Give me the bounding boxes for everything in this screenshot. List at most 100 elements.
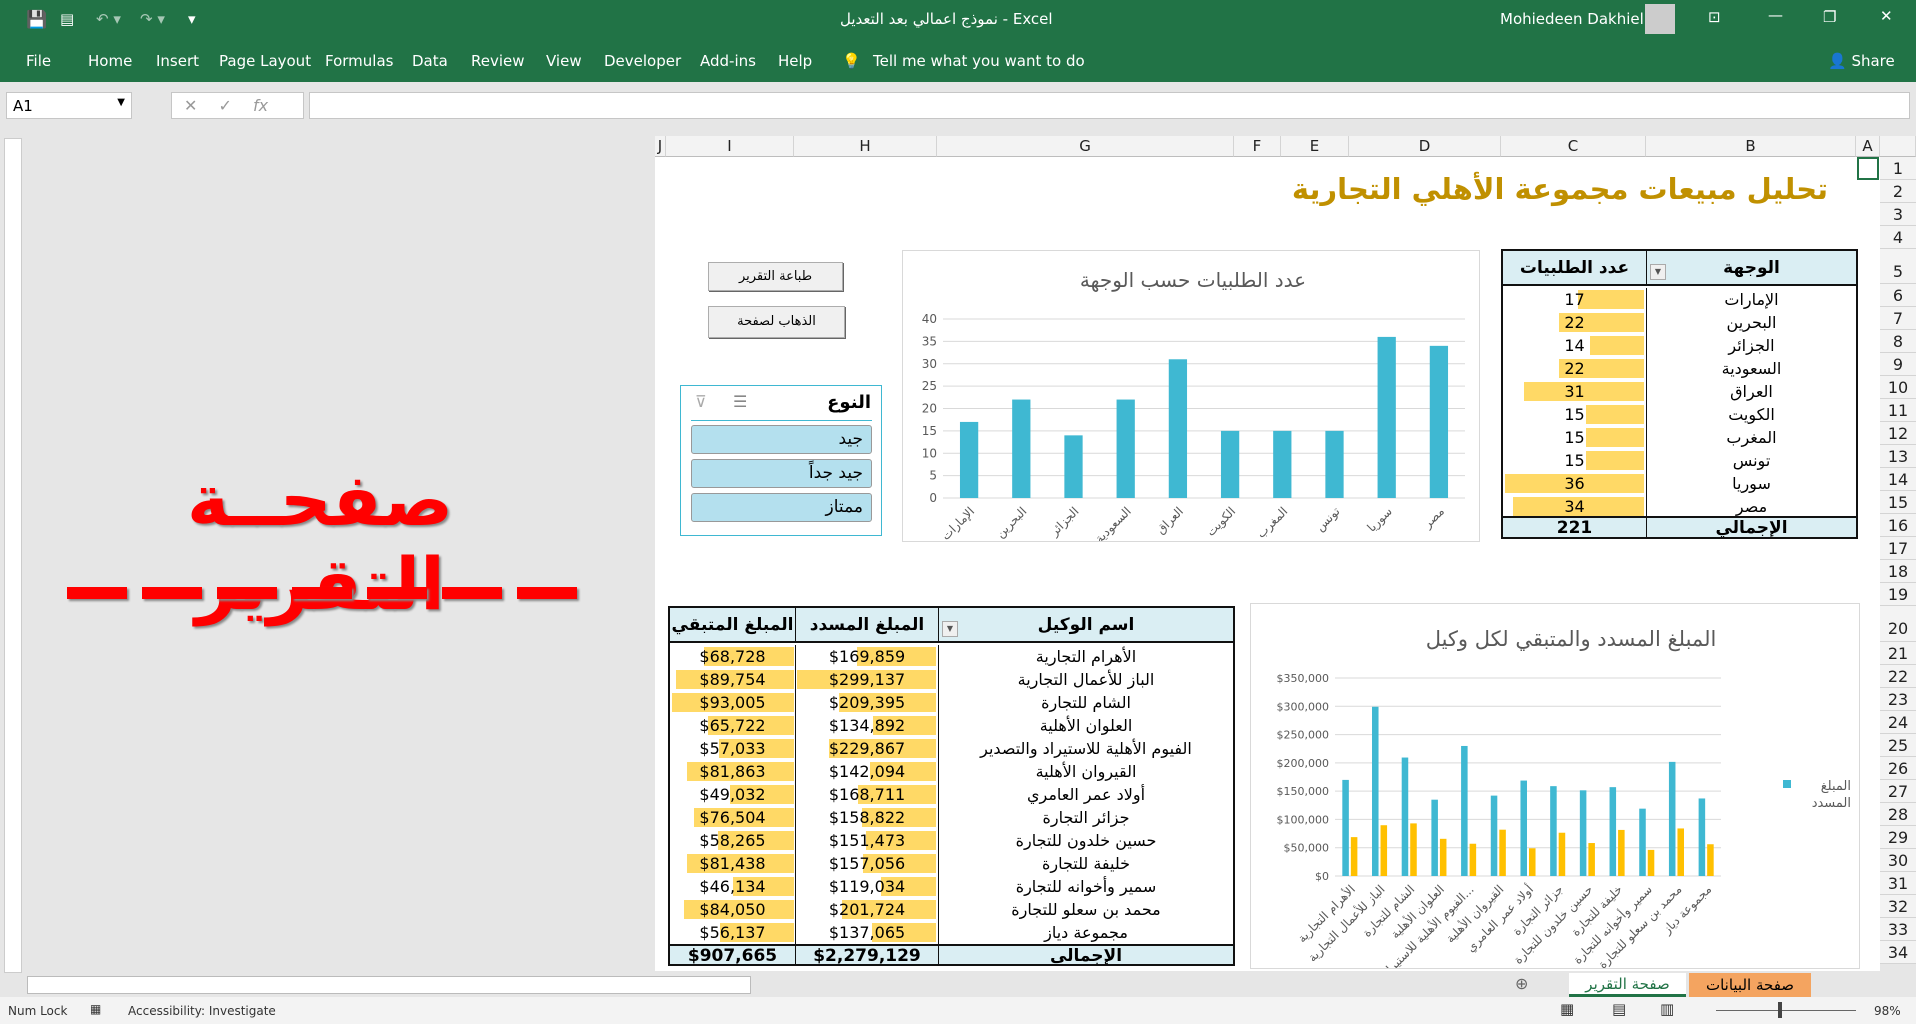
enter-icon[interactable]: ✓ bbox=[219, 96, 232, 115]
row-header-18[interactable]: 18 bbox=[1880, 560, 1916, 583]
row-header-15[interactable]: 15 bbox=[1880, 491, 1916, 514]
tab-report-sheet[interactable]: صفحة التقرير bbox=[1569, 973, 1686, 997]
row-header-29[interactable]: 29 bbox=[1880, 826, 1916, 849]
row-header-27[interactable]: 27 bbox=[1880, 780, 1916, 803]
row-header-10[interactable]: 10 bbox=[1880, 376, 1916, 399]
go-to-page-button[interactable]: الذهاب لصفحة bbox=[708, 306, 845, 338]
normal-view-icon[interactable]: ▦ bbox=[1560, 1000, 1574, 1018]
slicer-item[interactable]: جيد جداً bbox=[691, 459, 872, 488]
row-header-25[interactable]: 25 bbox=[1880, 734, 1916, 757]
bar-mark[interactable] bbox=[1490, 795, 1498, 876]
user-name[interactable]: Mohiedeen Dakhiel bbox=[1500, 10, 1644, 28]
bar-mark[interactable] bbox=[1520, 780, 1527, 876]
bar-mark[interactable] bbox=[1064, 435, 1083, 498]
redo-icon[interactable]: ↷ ▾ bbox=[140, 10, 165, 28]
add-sheet-icon[interactable]: ⊕ bbox=[1515, 974, 1528, 993]
bar-mark[interactable] bbox=[1677, 828, 1684, 876]
row-header-13[interactable]: 13 bbox=[1880, 445, 1916, 468]
name-box[interactable]: A1 ▼ bbox=[6, 92, 132, 119]
zoom-slider-thumb[interactable] bbox=[1778, 1002, 1782, 1018]
bar-mark[interactable] bbox=[1698, 798, 1706, 876]
bar-mark[interactable] bbox=[1550, 786, 1557, 876]
bar-mark[interactable] bbox=[1273, 430, 1292, 498]
row-header-9[interactable]: 9 bbox=[1880, 353, 1916, 376]
bar-mark[interactable] bbox=[1377, 336, 1396, 498]
bar-mark[interactable] bbox=[1439, 838, 1447, 876]
horizontal-scrollbar[interactable] bbox=[27, 976, 751, 994]
tab-insert[interactable]: Insert bbox=[156, 52, 199, 70]
close-icon[interactable]: ✕ bbox=[1880, 7, 1893, 25]
customize-qat-icon[interactable]: ▾ bbox=[188, 10, 196, 28]
bar-mark[interactable] bbox=[1639, 808, 1646, 876]
slicer-item[interactable]: ممتاز bbox=[691, 493, 872, 522]
zoom-level[interactable]: 98% bbox=[1874, 1004, 1901, 1018]
form-icon[interactable]: ▤ bbox=[60, 10, 74, 28]
tab-home[interactable]: Home bbox=[88, 52, 132, 70]
tab-developer[interactable]: Developer bbox=[604, 52, 681, 70]
bar-mark[interactable] bbox=[1618, 829, 1625, 876]
row-header-31[interactable]: 31 bbox=[1880, 872, 1916, 895]
tab-review[interactable]: Review bbox=[471, 52, 525, 70]
ribbon-display-icon[interactable]: ⊡ bbox=[1708, 8, 1721, 26]
undo-icon[interactable]: ↶ ▾ bbox=[96, 10, 121, 28]
bar-mark[interactable] bbox=[1350, 837, 1358, 876]
row-header-14[interactable]: 14 bbox=[1880, 468, 1916, 491]
bar-mark[interactable] bbox=[1429, 345, 1449, 498]
column-header-H[interactable]: H bbox=[794, 136, 937, 157]
row-header-33[interactable]: 33 bbox=[1880, 918, 1916, 941]
zoom-slider[interactable] bbox=[1716, 1010, 1856, 1011]
bar-mark[interactable] bbox=[1609, 787, 1617, 876]
bar-mark[interactable] bbox=[1499, 829, 1506, 876]
macro-record-icon[interactable]: ▦ bbox=[90, 1002, 101, 1016]
page-layout-view-icon[interactable]: ▤ bbox=[1612, 1000, 1626, 1018]
minimize-icon[interactable]: — bbox=[1768, 6, 1783, 24]
row-header-34[interactable]: 34 bbox=[1880, 941, 1916, 964]
bar-mark[interactable] bbox=[1220, 430, 1240, 498]
row-header-30[interactable]: 30 bbox=[1880, 849, 1916, 872]
row-header-16[interactable]: 16 bbox=[1880, 514, 1916, 537]
row-header-4[interactable]: 4 bbox=[1880, 226, 1916, 249]
row-header-5[interactable]: 5 bbox=[1880, 249, 1916, 284]
tab-page-layout[interactable]: Page Layout bbox=[219, 52, 311, 70]
bar-mark[interactable] bbox=[1342, 779, 1349, 876]
clear-filter-icon[interactable]: ⊽ bbox=[695, 392, 707, 411]
bar-mark[interactable] bbox=[1529, 848, 1536, 876]
bar-mark[interactable] bbox=[1668, 761, 1676, 876]
row-header-3[interactable]: 3 bbox=[1880, 203, 1916, 226]
row-header-8[interactable]: 8 bbox=[1880, 330, 1916, 353]
page-break-view-icon[interactable]: ▥ bbox=[1660, 1000, 1674, 1018]
accessibility-status[interactable]: Accessibility: Investigate bbox=[128, 1004, 276, 1018]
row-header-7[interactable]: 7 bbox=[1880, 307, 1916, 330]
tab-data[interactable]: Data bbox=[412, 52, 448, 70]
row-header-11[interactable]: 11 bbox=[1880, 399, 1916, 422]
row-header-21[interactable]: 21 bbox=[1880, 642, 1916, 665]
row-header-20[interactable]: 20 bbox=[1880, 606, 1916, 642]
restore-icon[interactable]: ❐ bbox=[1823, 8, 1836, 26]
insert-function-icon[interactable]: fx bbox=[253, 96, 268, 115]
row-header-6[interactable]: 6 bbox=[1880, 284, 1916, 307]
save-icon[interactable]: 💾 bbox=[26, 10, 47, 30]
selected-cell-a1[interactable] bbox=[1857, 157, 1879, 180]
row-header-23[interactable]: 23 bbox=[1880, 688, 1916, 711]
bar-mark[interactable] bbox=[1647, 849, 1655, 876]
tab-file[interactable]: File bbox=[26, 52, 51, 70]
row-header-24[interactable]: 24 bbox=[1880, 711, 1916, 734]
column-header-I[interactable]: I bbox=[666, 136, 794, 157]
column-header-E[interactable]: E bbox=[1281, 136, 1349, 157]
column-header-J[interactable]: J bbox=[655, 136, 666, 157]
filter-dropdown-icon[interactable]: ▼ bbox=[942, 621, 958, 637]
row-header-19[interactable]: 19 bbox=[1880, 583, 1916, 606]
row-header-12[interactable]: 12 bbox=[1880, 422, 1916, 445]
bar-mark[interactable] bbox=[1461, 745, 1468, 876]
bar-mark[interactable] bbox=[1469, 843, 1477, 876]
bar-mark[interactable] bbox=[1325, 430, 1344, 498]
bar-mark[interactable] bbox=[1168, 359, 1188, 498]
orders-by-destination-chart[interactable]: عدد الطلبيات حسب الوجهة 0 5 10 15 20 25 30 35 40 ا… bbox=[902, 250, 1480, 542]
bar-mark[interactable] bbox=[1558, 832, 1566, 876]
row-header-2[interactable]: 2 bbox=[1880, 180, 1916, 203]
bar-mark[interactable] bbox=[1116, 399, 1135, 498]
bar-mark[interactable] bbox=[1380, 825, 1388, 876]
print-report-button[interactable]: طباعة التقرير bbox=[708, 262, 843, 291]
bar-mark[interactable] bbox=[1012, 399, 1031, 498]
bar-mark[interactable] bbox=[1588, 843, 1595, 876]
